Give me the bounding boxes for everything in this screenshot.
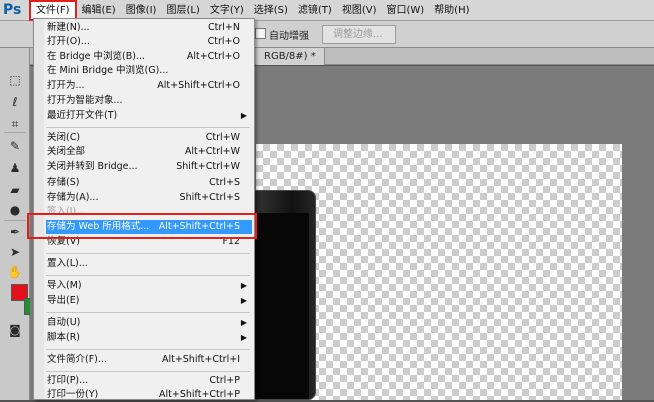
- phone-screen: [253, 213, 309, 399]
- submenu-arrow-icon: ▶: [240, 281, 247, 290]
- menu-select[interactable]: 选择(S): [249, 0, 293, 21]
- menu-item-import[interactable]: 导入(M) ▶: [46, 279, 252, 293]
- submenu-arrow-icon: ▶: [240, 296, 247, 305]
- refine-edge-button[interactable]: 调整边缘...: [322, 25, 396, 44]
- highlight-annotation-box: [27, 213, 257, 239]
- path-select-tool-icon[interactable]: ➤: [7, 244, 23, 260]
- menu-item-save-as[interactable]: 存储为(A)... Shift+Ctrl+S: [46, 191, 252, 205]
- document-tab[interactable]: RGB/8#) *: [256, 48, 325, 65]
- photoshop-logo: Ps: [3, 1, 22, 18]
- auto-enhance-label: 自动增强: [269, 31, 309, 42]
- submenu-arrow-icon: ▶: [240, 318, 247, 327]
- stamp-tool-icon[interactable]: ♟: [7, 160, 23, 176]
- menu-item-export[interactable]: 导出(E) ▶: [46, 294, 252, 308]
- blur-tool-icon[interactable]: ●: [7, 202, 23, 218]
- crop-tool-icon[interactable]: ⌗: [7, 116, 23, 132]
- marquee-tool-icon[interactable]: ⬚: [7, 72, 23, 88]
- menu-item-automate[interactable]: 自动(U) ▶: [46, 316, 252, 330]
- menu-view[interactable]: 视图(V): [337, 0, 382, 21]
- quick-mask-icon[interactable]: ◙: [7, 322, 23, 338]
- eraser-tool-icon[interactable]: ▰: [7, 182, 23, 198]
- hand-tool-icon[interactable]: ✋: [7, 264, 23, 280]
- file-menu-dropdown: 新建(N)... Ctrl+N 打开(O)... Ctrl+O 在 Bridge 中…: [33, 18, 255, 400]
- pen-tool-icon[interactable]: ✒: [7, 224, 23, 240]
- menu-item-print[interactable]: 打印(P)... Ctrl+P: [46, 374, 252, 388]
- menu-item-recent-files[interactable]: 最近打开文件(T) ▶: [46, 109, 252, 123]
- submenu-arrow-icon: ▶: [240, 111, 247, 120]
- lasso-tool-icon[interactable]: ℓ: [7, 94, 23, 110]
- menu-help[interactable]: 帮助(H): [429, 0, 474, 21]
- menu-item-close[interactable]: 关闭(C) Ctrl+W: [46, 131, 252, 145]
- menu-item-file-info[interactable]: 文件简介(F)... Alt+Shift+Ctrl+I: [46, 353, 252, 367]
- menu-item-scripts[interactable]: 脚本(R) ▶: [46, 331, 252, 345]
- menu-window[interactable]: 窗口(W): [381, 0, 429, 21]
- menu-item-open[interactable]: 打开(O)... Ctrl+O: [46, 35, 252, 49]
- tools-panel: ⬚ ℓ ⌗ ✎ ♟ ▰ ● ✒ ➤ ✋ ◙: [0, 48, 33, 400]
- menu-item-new[interactable]: 新建(N)... Ctrl+N: [46, 21, 252, 35]
- menu-item-browse-bridge[interactable]: 在 Bridge 中浏览(B)... Alt+Ctrl+O: [46, 50, 252, 64]
- menu-item-open-as[interactable]: 打开为... Alt+Shift+Ctrl+O: [46, 79, 252, 93]
- menu-item-close-go-bridge[interactable]: 关闭并转到 Bridge... Shift+Ctrl+W: [46, 160, 252, 174]
- menu-filter[interactable]: 滤镜(T): [293, 0, 337, 21]
- menu-item-save[interactable]: 存储(S) Ctrl+S: [46, 176, 252, 190]
- menu-item-browse-mini-bridge[interactable]: 在 Mini Bridge 中浏览(G)...: [46, 64, 252, 78]
- menu-item-place[interactable]: 置入(L)...: [46, 257, 252, 271]
- eyedropper-tool-icon[interactable]: ✎: [7, 138, 23, 154]
- submenu-arrow-icon: ▶: [240, 333, 247, 342]
- auto-enhance-checkbox[interactable]: [255, 28, 266, 39]
- menu-item-open-smart-object[interactable]: 打开为智能对象...: [46, 94, 252, 108]
- menu-item-close-all[interactable]: 关闭全部 Alt+Ctrl+W: [46, 145, 252, 159]
